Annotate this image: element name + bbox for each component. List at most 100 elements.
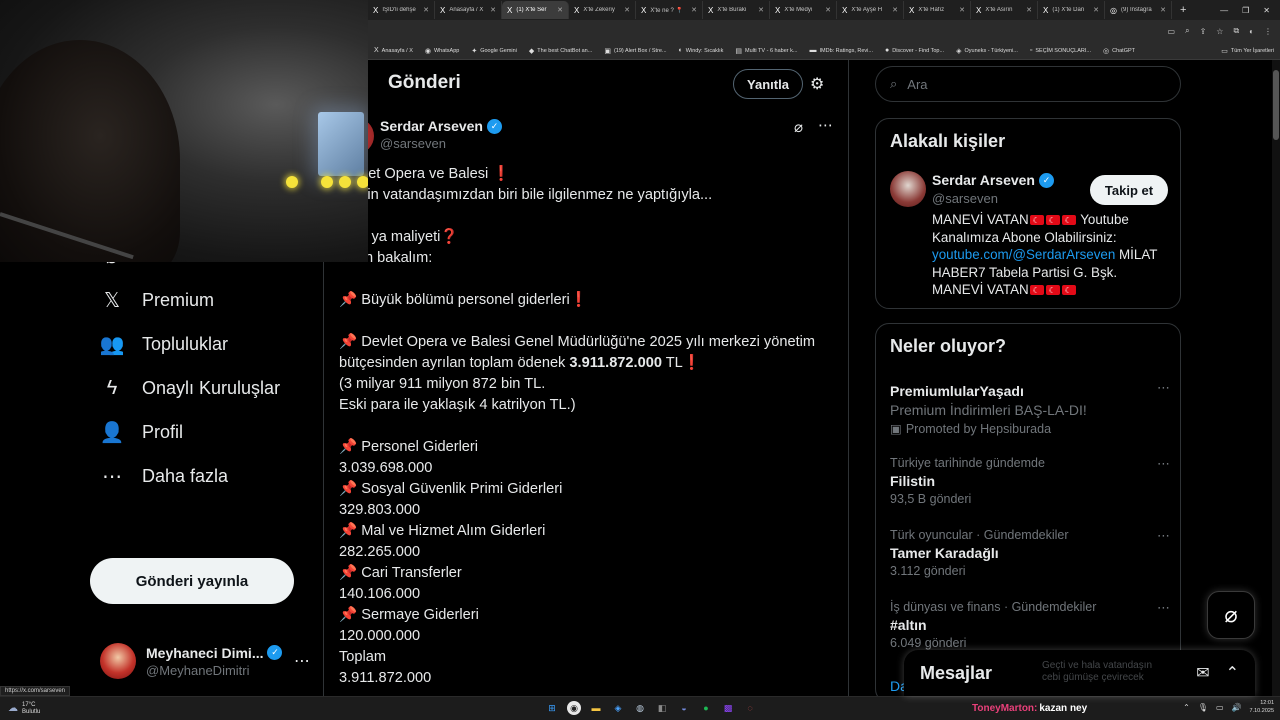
close-icon[interactable]: ✕	[490, 6, 496, 14]
share-icon[interactable]: ⇪	[1200, 27, 1207, 36]
bookmark-item[interactable]: ▤ Multi TV - 6 haber k...	[735, 47, 797, 55]
account-switcher[interactable]: Meyhaneci Dimi... ✓ @MeyhaneDimitri ⋯	[100, 636, 310, 686]
close-icon[interactable]: ✕	[959, 6, 965, 14]
new-message-icon[interactable]: ✉	[1196, 663, 1209, 683]
zoom-icon[interactable]: ⌕	[1185, 26, 1189, 36]
follow-button[interactable]: Takip et	[1090, 175, 1168, 205]
browser-tab[interactable]: X Anasayfa / X ✕	[435, 1, 502, 19]
new-tab-button[interactable]: +	[1172, 4, 1194, 16]
close-icon[interactable]: ✕	[423, 6, 429, 14]
steam-icon[interactable]: ◍	[633, 701, 647, 715]
scrollbar[interactable]	[1272, 60, 1280, 696]
clock[interactable]: 12:01 7.10.2025	[1250, 699, 1274, 715]
obs-icon[interactable]: ◌	[743, 701, 757, 715]
folder-icon[interactable]: ▬	[589, 701, 603, 715]
sidebar-item-communities[interactable]: 👥 Topluluklar	[100, 332, 229, 356]
profile-icon[interactable]: ◐	[1249, 27, 1254, 36]
browser-tab[interactable]: X X'te Hafız ✕	[904, 1, 971, 19]
trend-item[interactable]: Türk oyuncular · Gündemdekiler Tamer Kara…	[890, 528, 1170, 578]
browser-tab[interactable]: X İŞİD'li dehşe ✕	[368, 1, 435, 19]
more-icon[interactable]: ⋯	[1157, 456, 1170, 472]
bookmark-item[interactable]: ▫ SEÇİM SONUÇLARI...	[1030, 47, 1091, 55]
bookmark-item[interactable]: X Anasayfa / X	[374, 47, 413, 55]
chrome-icon[interactable]: ◉	[567, 701, 581, 715]
sidebar-item-profile[interactable]: 👤 Profil	[100, 420, 183, 444]
app-icon[interactable]: ◧	[655, 701, 669, 715]
avatar[interactable]	[890, 171, 926, 207]
trend-item[interactable]: Türkiye tarihinde gündemde Filistin 93,5 B…	[890, 456, 1170, 506]
messages-drawer[interactable]: Mesajlar Geçti ve hala vatandaşın cebi g…	[904, 650, 1255, 696]
grok-icon[interactable]: ⌀	[1207, 591, 1255, 639]
bookmark-item[interactable]: ◎ ChatGPT	[1103, 47, 1135, 55]
weather-widget[interactable]: ☁ 17°C Bulutlu	[0, 702, 40, 716]
close-icon[interactable]: ✕	[557, 6, 563, 14]
reply-button[interactable]: Yanıtla	[733, 69, 803, 99]
more-icon[interactable]: ⋯	[294, 651, 310, 671]
volume-icon[interactable]: 🔊	[1232, 703, 1242, 712]
discord-icon[interactable]: ◒	[677, 701, 691, 715]
network-icon[interactable]: ▭	[1216, 703, 1224, 712]
sidebar-item-more[interactable]: ⋯ Daha fazla	[100, 464, 228, 488]
browser-tab[interactable]: X X'te Zekeriy ✕	[569, 1, 636, 19]
bio-link[interactable]: youtube.com/@SerdarArseven	[932, 247, 1115, 262]
browser-tab[interactable]: X X'te ne ? 📍 ✕	[636, 1, 703, 19]
extensions-icon[interactable]: ⧉	[1233, 26, 1239, 36]
close-icon[interactable]: ✕	[825, 6, 831, 14]
close-icon[interactable]: ✕	[1160, 6, 1166, 14]
settings-sliders-icon[interactable]: ⚙	[810, 74, 824, 94]
promoted-trend[interactable]: PremiumlularYaşadı Premium İndirimleri B…	[890, 380, 1170, 436]
browser-tab[interactable]: X (1) X'te Ser ✕	[502, 1, 569, 19]
minimize-icon[interactable]: —	[1220, 6, 1228, 15]
bookmark-item[interactable]: ◈ Oyuneks - Türkiyeni...	[956, 47, 1018, 55]
bookmark-item[interactable]: ◉ WhatsApp	[425, 47, 459, 55]
bookmark-item[interactable]: ✦ Google Gemini	[471, 47, 517, 55]
expand-icon[interactable]: ⌃	[1226, 663, 1239, 683]
post-author[interactable]: Serdar Arseven ✓ @sarseven	[380, 118, 502, 151]
x-logo-icon: X	[1043, 5, 1049, 15]
bookmark-item[interactable]: ◆ The best ChatBot an...	[529, 47, 592, 55]
close-icon[interactable]: ✕	[691, 6, 697, 14]
more-icon[interactable]: ⋯	[1157, 600, 1170, 616]
post-button[interactable]: Gönderi yayınla	[90, 558, 294, 604]
scrollbar-thumb[interactable]	[1273, 70, 1279, 140]
more-icon[interactable]: ⋯	[1157, 528, 1170, 544]
close-window-icon[interactable]: ✕	[1263, 6, 1270, 15]
more-icon[interactable]: ⋯	[1157, 380, 1170, 396]
restore-icon[interactable]: ❐	[1242, 6, 1249, 15]
bookmark-item[interactable]: ● Discover - Find Top...	[885, 47, 944, 55]
bookmark-item[interactable]: ▬ IMDb: Ratings, Revi...	[809, 47, 873, 55]
kick-icon[interactable]: ▩	[721, 701, 735, 715]
mic-icon[interactable]: 🎙	[1198, 703, 1208, 712]
chevron-up-icon[interactable]: ⌃	[1183, 703, 1190, 712]
x-logo-icon: X	[574, 5, 580, 15]
bookmark-icon: ▣	[604, 47, 611, 55]
bookmark-item[interactable]: ▣ (19) Alert Box / Stre...	[604, 47, 666, 55]
browser-tab[interactable]: X (1) X'te Dan ✕	[1038, 1, 1105, 19]
star-icon[interactable]: ☆	[1216, 27, 1223, 36]
spotify-icon[interactable]: ●	[699, 701, 713, 715]
close-icon[interactable]: ✕	[758, 6, 764, 14]
all-bookmarks[interactable]: ▭ Tüm Yer İşaretleri	[1221, 47, 1280, 55]
bookmark-item[interactable]: ◐ Windy: Sıcaklık	[679, 47, 724, 55]
browser-tab[interactable]: ◎ (9) Instagra ✕	[1105, 1, 1172, 19]
grok-icon[interactable]: ⌀	[794, 118, 803, 136]
search-input[interactable]: ⌕ Ara	[875, 66, 1181, 102]
menu-icon[interactable]: ⋮	[1264, 27, 1272, 36]
close-icon[interactable]: ✕	[892, 6, 898, 14]
related-name[interactable]: Serdar Arseven	[932, 172, 1035, 188]
browser-tab[interactable]: X X'te Ayşe H ✕	[837, 1, 904, 19]
browser-tab[interactable]: X X'te Medyı ✕	[770, 1, 837, 19]
app-icon[interactable]: ◈	[611, 701, 625, 715]
browser-tab[interactable]: X X'te Asırın ✕	[971, 1, 1038, 19]
more-icon[interactable]: ⋯	[818, 116, 833, 134]
sidebar-item-premium[interactable]: 𝕏 Premium	[100, 288, 214, 312]
sidebar-item-verified-orgs[interactable]: ϟ Onaylı Kuruluşlar	[100, 376, 280, 400]
cast-icon[interactable]: ▭	[1168, 27, 1176, 36]
close-icon[interactable]: ✕	[624, 6, 630, 14]
start-icon[interactable]: ⊞	[545, 701, 559, 715]
system-tray: ⌃ 🎙 ▭ 🔊 12:01 7.10.2025	[1183, 699, 1274, 715]
browser-tab[interactable]: X X'te Buraki ✕	[703, 1, 770, 19]
close-icon[interactable]: ✕	[1093, 6, 1099, 14]
close-icon[interactable]: ✕	[1026, 6, 1032, 14]
trend-item[interactable]: İş dünyası ve finans · Gündemdekiler #alt…	[890, 600, 1170, 650]
